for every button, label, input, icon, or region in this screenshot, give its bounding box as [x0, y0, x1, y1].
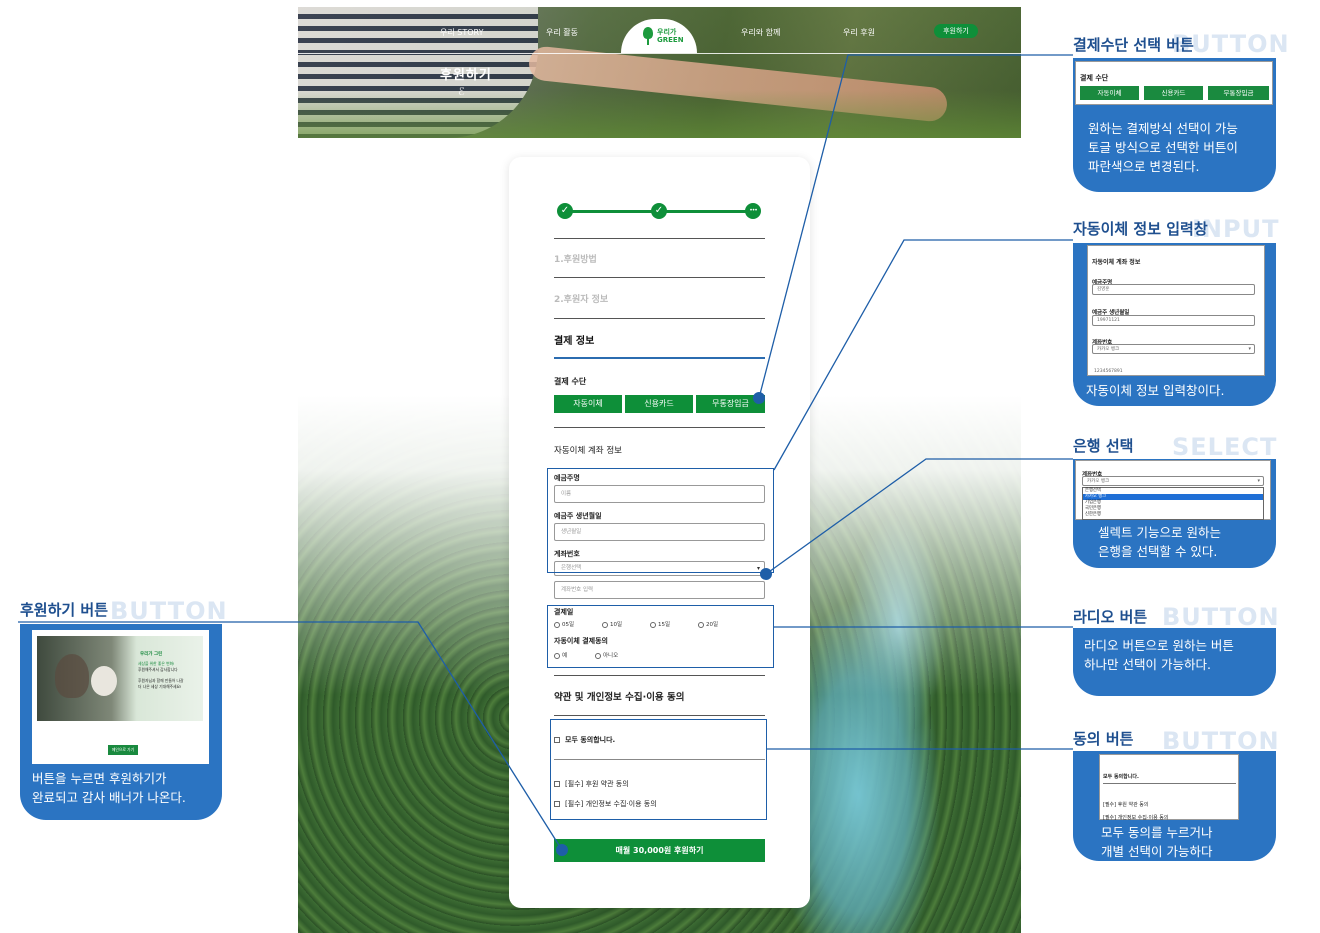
annotation-title-pay: 결제수단 선택 버튼: [1073, 36, 1194, 54]
section-payment-info: 결제 정보: [554, 336, 595, 347]
preview-bank-select-value: 카카오 뱅크: [1087, 479, 1110, 484]
preview-thanks-banner: 우리가 그린 세상을 위한 좋은 변화! 후원해주셔서 감사합니다 후원자님과 …: [32, 630, 209, 764]
divider: [554, 277, 765, 278]
annotation-text: 파란색으로 변경된다.: [1088, 159, 1200, 174]
annotation-text: 자동이체 정보 입력창이다.: [1086, 383, 1225, 398]
preview-account-value: 1234567891: [1094, 369, 1123, 374]
pay-method-label: 결제 수단: [554, 377, 587, 386]
nav-divider: [298, 53, 1021, 54]
annotation-title-bank: 은행 선택: [1073, 437, 1134, 455]
annotation-text: 토글 방식으로 선택한 버튼이: [1088, 140, 1238, 155]
design-spec-board: 우리 STORY 우리 활동 우리가 GREEN 우리와 함께 우리 후원 후원하…: [0, 0, 1320, 933]
divider: [554, 238, 765, 239]
section-donation-method[interactable]: 1.후원방법: [554, 252, 597, 265]
preview-agree-panel: 모두 동의합니다. [필수] 후원 약관 동의 [필수] 개인정보 수집·이용 …: [1099, 754, 1239, 821]
annotation-title-auto: 자동이체 정보 입력창: [1073, 220, 1208, 238]
child-photo: [55, 654, 89, 698]
chevron-down-icon: ▾: [1248, 346, 1251, 352]
nav-item-activity[interactable]: 우리 활동: [546, 27, 578, 38]
preview-pay-panel: 결제 수단 자동이체 신용카드 무통장입금: [1075, 61, 1273, 105]
donate-submit-button[interactable]: 매월 30,000원 후원하기: [554, 839, 765, 862]
annotation-agree: 모두 동의합니다. [필수] 후원 약관 동의 [필수] 개인정보 수집·이용 …: [1073, 751, 1276, 861]
top-nav: 우리 STORY 우리 활동 우리가 GREEN 우리와 함께 우리 후원 후원하…: [298, 15, 1021, 54]
option: 신한은행: [1085, 512, 1101, 517]
leaf-deco-icon: ℰ: [458, 85, 465, 98]
pay-auto-transfer-button[interactable]: 자동이체: [554, 395, 622, 413]
section-donor-info[interactable]: 2.후원자 정보: [554, 292, 608, 305]
puppy-photo: [91, 666, 117, 696]
preview-auto-title: 자동이체 계좌 정보: [1092, 259, 1141, 266]
annotation-text: 라디오 버튼으로 원하는 버튼: [1084, 638, 1234, 653]
preview-bank-options: 은행선택 카카오 뱅크 기업은행 국민은행 신한은행: [1082, 487, 1264, 520]
annotation-text: 원하는 결제방식 선택이 가능: [1088, 121, 1238, 136]
annotation-auto: 자동이체 계좌 정보 예금주명 김영훈 예금주 생년월일 19971121 계좌…: [1073, 243, 1276, 406]
annotation-text: 완료되고 감사 배너가 나온다.: [32, 790, 186, 805]
annotation-text: 은행을 선택할 수 있다.: [1098, 544, 1218, 559]
annotation-radio: 라디오 버튼으로 원하는 버튼 하나만 선택이 가능하다.: [1073, 628, 1276, 696]
nav-item-donation[interactable]: 우리 후원: [843, 27, 875, 38]
preview-agree-all: 모두 동의합니다.: [1103, 774, 1139, 780]
terms-title: 약관 및 개인정보 수집·이용 동의: [554, 692, 685, 703]
annotation-title-donate: 후원하기 버튼: [20, 601, 109, 619]
step-check-icon: ✓: [557, 203, 573, 219]
thanks-banner-button: 메인으로 가기: [108, 745, 138, 755]
preview-pay-deposit-button: 무통장입금: [1208, 86, 1269, 100]
pay-bank-deposit-button[interactable]: 무통장입금: [696, 395, 765, 413]
preview-birth-input: 19971121: [1092, 315, 1255, 326]
annotation-text: 셀렉트 기능으로 원하는: [1098, 525, 1221, 540]
step-check-icon: ✓: [651, 203, 667, 219]
highlight-agree: [550, 719, 767, 820]
preview-pay-card-button: 신용카드: [1144, 86, 1203, 100]
annotation-text: 버튼을 누르면 후원하기가: [32, 771, 167, 786]
preview-holder-input: 김영훈: [1092, 284, 1255, 295]
highlight-auto-transfer: [547, 468, 774, 573]
tree-icon: [643, 27, 653, 45]
step-more-icon: •••: [745, 203, 761, 219]
logo-text-ko: 우리가: [657, 28, 677, 36]
ghost-text: BUTTON: [110, 597, 228, 625]
highlight-radio: [547, 605, 774, 668]
divider: [554, 318, 765, 319]
annotation-text: 하나만 선택이 가능하다.: [1084, 657, 1211, 672]
preview-auto-panel: 자동이체 계좌 정보 예금주명 김영훈 예금주 생년월일 19971121 계좌…: [1087, 245, 1265, 376]
nav-item-story[interactable]: 우리 STORY: [440, 27, 483, 38]
divider-active: [554, 357, 765, 359]
logo[interactable]: 우리가 GREEN: [621, 19, 697, 53]
annotation-text: 모두 동의를 누르거나: [1101, 825, 1213, 840]
ghost-text: BUTTON: [1162, 603, 1280, 631]
chevron-down-icon: ▾: [1257, 478, 1260, 484]
nav-item-together[interactable]: 우리와 함께: [741, 27, 780, 38]
logo-text-en: GREEN: [657, 36, 684, 44]
preview-pay-auto-button: 자동이체: [1080, 86, 1139, 100]
hero-grass: [298, 90, 1021, 138]
annotation-pay: 결제 수단 자동이체 신용카드 무통장입금 원하는 결제방식 선택이 가능 토글…: [1073, 58, 1276, 192]
annotation-donate: 우리가 그린 세상을 위한 좋은 변화! 후원해주셔서 감사합니다 후원자님과 …: [20, 624, 222, 820]
auto-transfer-title: 자동이체 계좌 정보: [554, 446, 622, 456]
ghost-text: SELECT: [1172, 433, 1278, 461]
page-title: 후원하기: [440, 68, 492, 83]
step-progress: ✓ ✓ •••: [557, 203, 761, 219]
preview-bank-value: 카카오 뱅크: [1097, 347, 1120, 352]
preview-bank-select: 카카오 뱅크 ▾: [1082, 476, 1264, 486]
pay-credit-card-button[interactable]: 신용카드: [625, 395, 693, 413]
annotation-text: 개별 선택이 가능하다: [1101, 844, 1213, 859]
divider: [1103, 783, 1236, 784]
annotation-bank: 계좌번호 카카오 뱅크 ▾ 은행선택 카카오 뱅크 기업은행 국민은행 신한은행 …: [1073, 459, 1276, 568]
annotation-title-agree: 동의 버튼: [1073, 730, 1134, 748]
account-input[interactable]: 계좌번호 입력: [554, 581, 765, 599]
thanks-banner-line: 더 나은 세상 기대해주세요!: [138, 684, 182, 689]
nav-donate-button[interactable]: 후원하기: [934, 24, 978, 38]
annotation-title-radio: 라디오 버튼: [1073, 608, 1148, 626]
divider: [554, 715, 765, 716]
preview-bank-select: 카카오 뱅크 ▾: [1092, 344, 1255, 354]
preview-bank-panel: 계좌번호 카카오 뱅크 ▾ 은행선택 카카오 뱅크 기업은행 국민은행 신한은행: [1075, 460, 1271, 520]
hero-banner: 우리 STORY 우리 활동 우리가 GREEN 우리와 함께 우리 후원 후원하…: [298, 7, 1021, 138]
divider: [554, 427, 765, 428]
divider: [554, 675, 765, 676]
